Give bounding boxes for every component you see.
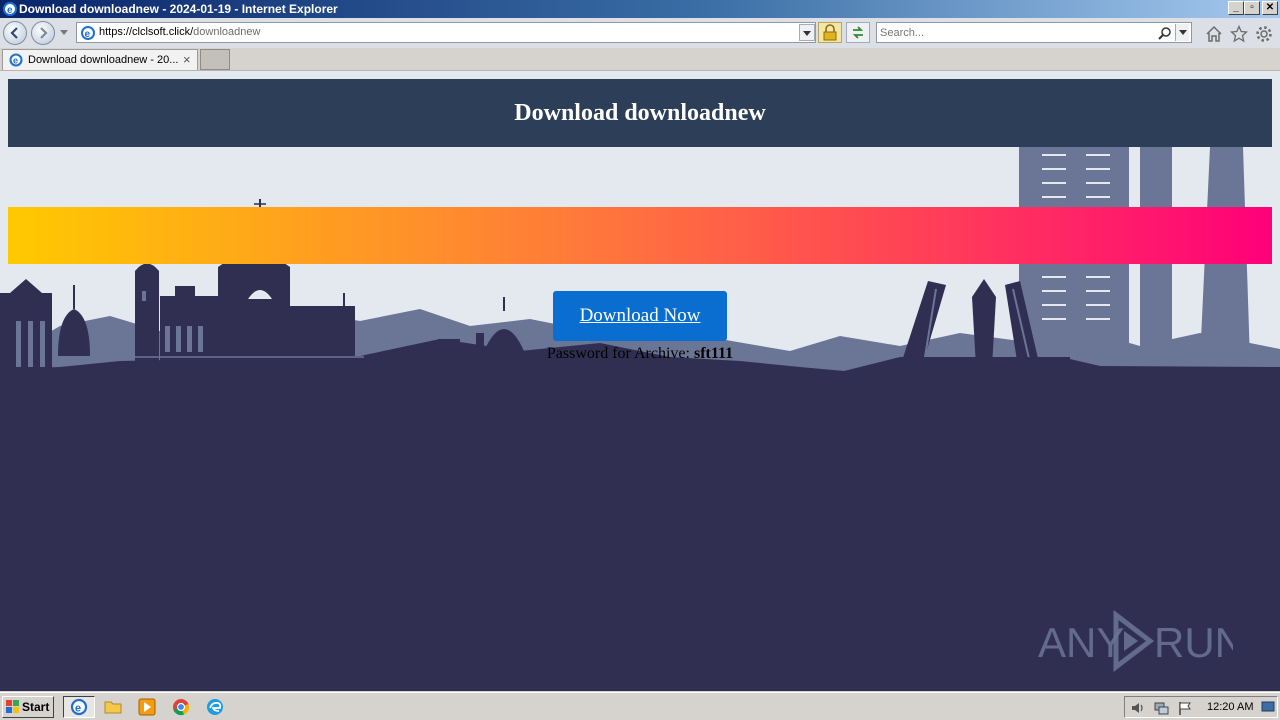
ie-page-icon: e — [81, 26, 95, 40]
refresh-icon — [852, 26, 864, 39]
system-tray: 12:20 AM — [1124, 696, 1278, 718]
history-dropdown[interactable] — [60, 30, 68, 35]
forward-button[interactable] — [31, 21, 55, 45]
window-titlebar: e Download downloadnew - 2024-01-19 - In… — [0, 0, 1280, 18]
download-now-button[interactable]: Download Now — [553, 291, 727, 341]
page-title: Download downloadnew — [514, 100, 766, 126]
clock[interactable]: 12:20 AM — [1207, 701, 1253, 713]
url-host: https://clclsoft.click/ — [99, 26, 194, 38]
svg-text:e: e — [13, 56, 18, 66]
city-skyline-background — [0, 147, 1280, 691]
maximize-button[interactable]: ▫ — [1244, 1, 1260, 15]
anyrun-watermark-logo: ANY RUN — [1038, 609, 1233, 673]
url-path: downloadnew — [193, 26, 261, 38]
password-value: sft111 — [693, 345, 734, 362]
media-player-icon[interactable] — [138, 698, 156, 716]
gradient-banner — [8, 207, 1272, 264]
volume-icon[interactable] — [1130, 700, 1146, 716]
favorites-star-icon[interactable] — [1230, 25, 1248, 43]
edge-icon[interactable] — [206, 698, 224, 716]
search-icon[interactable] — [1158, 26, 1172, 40]
network-icon[interactable] — [1153, 700, 1169, 716]
action-center-flag-icon[interactable] — [1177, 700, 1193, 716]
gear-icon[interactable] — [1255, 25, 1273, 43]
tab-download-downloadnew[interactable]: e Download downloadnew - 20... × — [2, 49, 198, 70]
home-icon[interactable] — [1205, 25, 1223, 43]
archive-password-line: Password for Archive: sft111 — [0, 345, 1280, 363]
tab-title: Download downloadnew - 20... — [28, 54, 178, 66]
tab-close-icon[interactable]: × — [183, 52, 191, 67]
url-text[interactable]: https://clclsoft.click/downloadnew — [99, 26, 260, 38]
taskbar: Start e 12:20 AM — [0, 692, 1280, 720]
start-label: Start — [22, 700, 50, 714]
close-button[interactable]: ✕ — [1262, 1, 1278, 15]
window-title: Download downloadnew - 2024-01-19 - Inte… — [19, 2, 338, 16]
page-header: Download downloadnew — [8, 79, 1272, 147]
windows-logo-icon — [6, 700, 19, 713]
forward-arrow-icon — [40, 27, 48, 39]
address-bar[interactable]: e https://clclsoft.click/downloadnew — [76, 22, 816, 43]
back-arrow-icon — [10, 27, 18, 39]
page-viewport: Download downloadnew Download Now Passwo… — [0, 71, 1280, 691]
tab-bar: e Download downloadnew - 20... × — [0, 48, 1280, 71]
chrome-icon[interactable] — [172, 698, 190, 716]
start-button[interactable]: Start — [2, 696, 54, 718]
search-box[interactable] — [876, 22, 1192, 43]
lock-icon — [823, 24, 837, 41]
ie-icon: e — [3, 2, 17, 16]
minimize-button[interactable]: _ — [1228, 1, 1244, 15]
ie-tab-icon: e — [9, 53, 23, 67]
address-dropdown[interactable] — [799, 24, 815, 41]
navigation-bar: e https://clclsoft.click/downloadnew — [0, 18, 1280, 48]
search-provider-dropdown[interactable] — [1175, 24, 1189, 41]
watermark-any-text: ANY — [1038, 619, 1124, 666]
search-input[interactable] — [880, 25, 1150, 40]
show-desktop-icon[interactable] — [1261, 700, 1275, 714]
security-lock-button[interactable] — [818, 22, 842, 43]
ie-icon[interactable]: e — [70, 698, 88, 716]
svg-text:e: e — [85, 29, 91, 40]
password-label: Password for Archive: — [546, 345, 694, 362]
svg-text:e: e — [7, 5, 13, 16]
folder-icon[interactable] — [104, 698, 122, 716]
refresh-button[interactable] — [846, 22, 870, 43]
new-tab-button[interactable] — [200, 49, 230, 70]
back-button[interactable] — [3, 21, 27, 45]
watermark-run-text: RUN — [1154, 619, 1233, 666]
svg-text:e: e — [75, 703, 81, 715]
